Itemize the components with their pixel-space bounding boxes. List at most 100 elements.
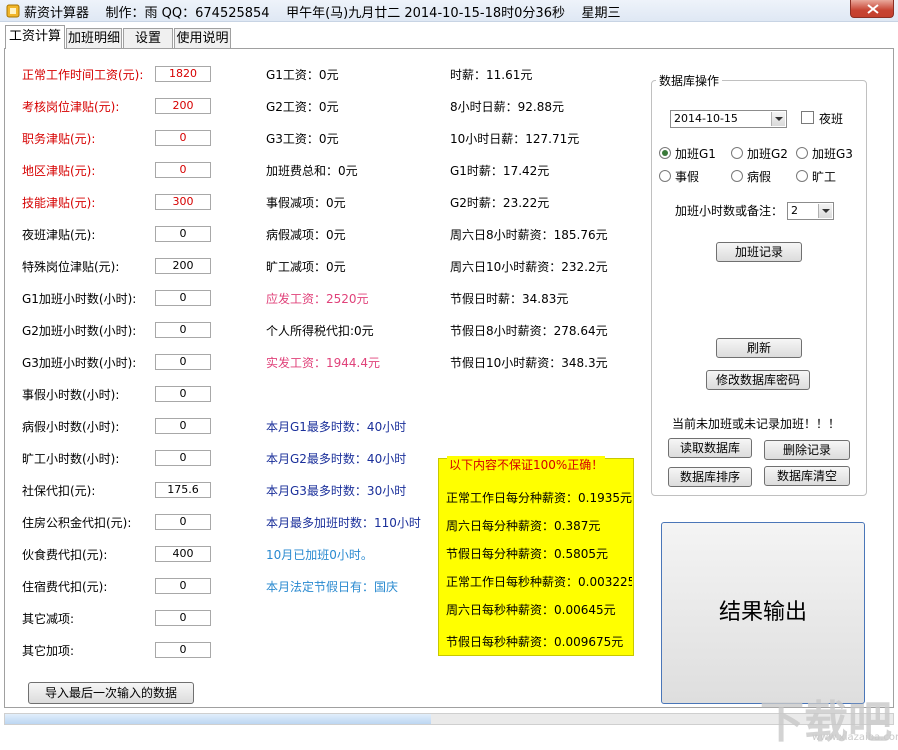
record-overtime-button[interactable]: 加班记录 bbox=[716, 242, 802, 262]
field-input[interactable]: 0 bbox=[155, 322, 211, 338]
result-value: G3工资：0元 bbox=[266, 132, 339, 146]
field-input[interactable]: 0 bbox=[155, 290, 211, 306]
change-password-button[interactable]: 修改数据库密码 bbox=[706, 370, 810, 390]
field-input[interactable]: 0 bbox=[155, 226, 211, 242]
close-icon bbox=[867, 4, 879, 14]
field-input[interactable]: 0 bbox=[155, 162, 211, 178]
rate-value: 周六日8小时薪资：185.76元 bbox=[450, 228, 608, 242]
result-value: 病假减项：0元 bbox=[266, 228, 346, 242]
close-button[interactable] bbox=[850, 0, 894, 18]
result-value: G2工资：0元 bbox=[266, 100, 339, 114]
result-value: 个人所得税代扣:0元 bbox=[266, 324, 374, 338]
field-label: 住房公积金代扣(元): bbox=[22, 516, 132, 530]
notice-line: 节假日每分种薪资：0.5805元 bbox=[446, 547, 608, 561]
field-input[interactable]: 300 bbox=[155, 194, 211, 210]
hours-label: 加班小时数或备注： bbox=[675, 204, 784, 218]
radio-label: 加班G3 bbox=[812, 147, 853, 161]
radio-overtime-g1[interactable] bbox=[659, 147, 671, 159]
result-value: 实发工资：1944.4元 bbox=[266, 356, 380, 370]
result-value: 加班费总和：0元 bbox=[266, 164, 358, 178]
field-label: 技能津贴(元): bbox=[22, 196, 96, 210]
result-value: 本月G3最多时数：30小时 bbox=[266, 484, 407, 498]
hours-value: 2 bbox=[791, 204, 798, 217]
database-group-title: 数据库操作 bbox=[656, 72, 723, 89]
delete-record-button[interactable]: 删除记录 bbox=[764, 440, 850, 460]
field-label: 病假小时数(小时): bbox=[22, 420, 120, 434]
window-title: 薪资计算器 制作：雨 QQ：674525854 甲午年(马)九月廿二 2014-… bbox=[24, 6, 621, 21]
field-input[interactable]: 0 bbox=[155, 418, 211, 434]
tab-settings[interactable]: 设置 bbox=[123, 28, 173, 48]
field-input[interactable]: 0 bbox=[155, 130, 211, 146]
field-input[interactable]: 400 bbox=[155, 546, 211, 562]
hours-select[interactable]: 2 bbox=[787, 202, 834, 220]
radio-overtime-g2[interactable] bbox=[731, 147, 743, 159]
rate-value: 周六日10小时薪资：232.2元 bbox=[450, 260, 608, 274]
field-input[interactable]: 200 bbox=[155, 258, 211, 274]
notice-line: 周六日每分种薪资：0.387元 bbox=[446, 519, 601, 533]
app-icon bbox=[6, 4, 20, 18]
result-value: 本月G1最多时数：40小时 bbox=[266, 420, 407, 434]
tab-overtime-detail[interactable]: 加班明细 bbox=[66, 28, 122, 48]
title-bar: 薪资计算器 制作：雨 QQ：674525854 甲午年(马)九月廿二 2014-… bbox=[0, 0, 898, 22]
radio-overtime-g3[interactable] bbox=[796, 147, 808, 159]
radio-label: 旷工 bbox=[812, 170, 837, 184]
radio-label: 加班G1 bbox=[675, 147, 716, 161]
field-label: 职务津贴(元): bbox=[22, 132, 96, 146]
rate-value: 节假日10小时薪资：348.3元 bbox=[450, 356, 608, 370]
import-last-data-button[interactable]: 导入最后一次输入的数据 bbox=[28, 682, 194, 704]
radio-personal-leave[interactable] bbox=[659, 170, 671, 182]
result-value: 10月已加班0小时。 bbox=[266, 548, 373, 562]
night-shift-label: 夜班 bbox=[819, 112, 844, 126]
notice-header: 以下内容不保证100%正确！ bbox=[447, 456, 606, 473]
field-label: 其它减项: bbox=[22, 612, 75, 626]
field-input[interactable]: 0 bbox=[155, 450, 211, 466]
field-label: 正常工作时间工资(元): bbox=[22, 68, 144, 82]
field-input[interactable]: 0 bbox=[155, 354, 211, 370]
read-database-button[interactable]: 读取数据库 bbox=[668, 438, 752, 458]
output-result-button[interactable]: 结果输出 bbox=[661, 522, 865, 704]
radio-label: 病假 bbox=[747, 170, 772, 184]
database-group bbox=[651, 80, 867, 496]
rate-value: G2时薪：23.22元 bbox=[450, 196, 550, 210]
result-value: 本月G2最多时数：40小时 bbox=[266, 452, 407, 466]
rate-value: G1时薪：17.42元 bbox=[450, 164, 550, 178]
night-shift-checkbox[interactable] bbox=[801, 111, 814, 124]
field-input[interactable]: 0 bbox=[155, 514, 211, 530]
chevron-down-icon[interactable] bbox=[818, 204, 832, 218]
field-input[interactable]: 1820 bbox=[155, 66, 211, 82]
field-input[interactable]: 0 bbox=[155, 386, 211, 402]
clear-database-button[interactable]: 数据库清空 bbox=[764, 466, 850, 486]
date-picker[interactable]: 2014-10-15 bbox=[670, 110, 787, 128]
field-input[interactable]: 175.6 bbox=[155, 482, 211, 498]
chevron-down-icon[interactable] bbox=[771, 112, 785, 126]
tab-help[interactable]: 使用说明 bbox=[174, 28, 231, 48]
field-label: 特殊岗位津贴(元): bbox=[22, 260, 120, 274]
field-label: 旷工小时数(小时): bbox=[22, 452, 120, 466]
field-input[interactable]: 0 bbox=[155, 642, 211, 658]
radio-absent[interactable] bbox=[796, 170, 808, 182]
tab-salary-calc[interactable]: 工资计算 bbox=[5, 25, 65, 49]
notice-line: 正常工作日每秒种薪资：0.003225元 bbox=[446, 575, 632, 589]
result-value: G1工资：0元 bbox=[266, 68, 339, 82]
sort-database-button[interactable]: 数据库排序 bbox=[668, 467, 752, 487]
overtime-status-text: 当前未加班或未记录加班！！！ bbox=[672, 417, 841, 431]
field-input[interactable]: 0 bbox=[155, 578, 211, 594]
field-label: G3加班小时数(小时): bbox=[22, 356, 137, 370]
result-value: 本月法定节假日有：国庆 bbox=[266, 580, 399, 594]
field-label: 夜班津贴(元): bbox=[22, 228, 96, 242]
notice-line: 正常工作日每分种薪资：0.1935元 bbox=[446, 491, 632, 505]
result-value: 本月最多加班时数：110小时 bbox=[266, 516, 421, 530]
notice-box: 以下内容不保证100%正确！ 正常工作日每分种薪资：0.1935元 周六日每分种… bbox=[438, 456, 634, 656]
field-label: 考核岗位津贴(元): bbox=[22, 100, 120, 114]
field-label: 地区津贴(元): bbox=[22, 164, 96, 178]
field-input[interactable]: 0 bbox=[155, 610, 211, 626]
date-value: 2014-10-15 bbox=[674, 112, 738, 125]
progress-fill bbox=[5, 714, 432, 724]
radio-sick-leave[interactable] bbox=[731, 170, 743, 182]
result-value: 事假减项：0元 bbox=[266, 196, 346, 210]
watermark-url: www.xiazaiba.com bbox=[812, 732, 898, 743]
refresh-button[interactable]: 刷新 bbox=[716, 338, 802, 358]
field-input[interactable]: 200 bbox=[155, 98, 211, 114]
field-label: 其它加项: bbox=[22, 644, 75, 658]
rate-value: 时薪：11.61元 bbox=[450, 68, 533, 82]
